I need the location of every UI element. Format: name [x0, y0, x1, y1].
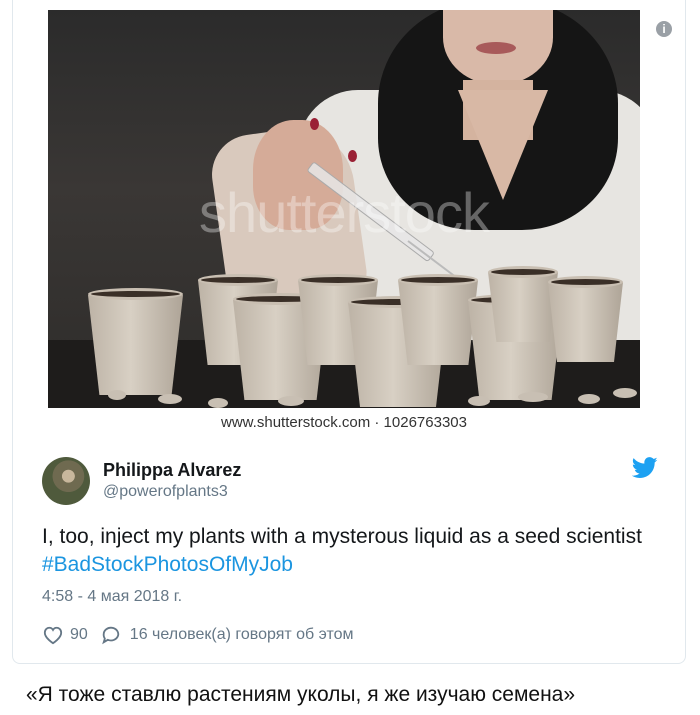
reply-bubble-icon[interactable]: [100, 625, 122, 645]
author-name[interactable]: Philippa Alvarez: [103, 460, 241, 481]
reply-count-text[interactable]: 16 человек(а) говорят об этом: [130, 626, 354, 644]
image-caption: www.shutterstock.com · 1026763303: [48, 408, 640, 438]
info-icon[interactable]: i: [656, 21, 672, 37]
author-handle[interactable]: @powerofplants3: [103, 483, 228, 501]
hashtag-link[interactable]: #BadStockPhotosOfMyJob: [42, 553, 293, 576]
tweet-text: I, too, inject my plants with a mysterou…: [42, 523, 642, 579]
tweet-media[interactable]: shutterstock www.shutterstock.com · 1026…: [32, 10, 656, 438]
avatar[interactable]: [42, 457, 90, 505]
translation-caption: «Я тоже ставлю растениям уколы, я же изу…: [26, 683, 576, 706]
tweet-timestamp[interactable]: 4:58 - 4 мая 2018 г.: [42, 588, 182, 606]
like-count[interactable]: 90: [70, 626, 88, 644]
watermark: shutterstock: [199, 181, 490, 244]
twitter-bird-icon[interactable]: [632, 457, 658, 479]
tweet-text-body: I, too, inject my plants with a mysterou…: [42, 525, 642, 548]
tweet-actions: 90 16 человек(а) говорят об этом: [42, 624, 354, 646]
stock-photo: shutterstock: [48, 10, 640, 408]
heart-icon[interactable]: [42, 625, 64, 645]
